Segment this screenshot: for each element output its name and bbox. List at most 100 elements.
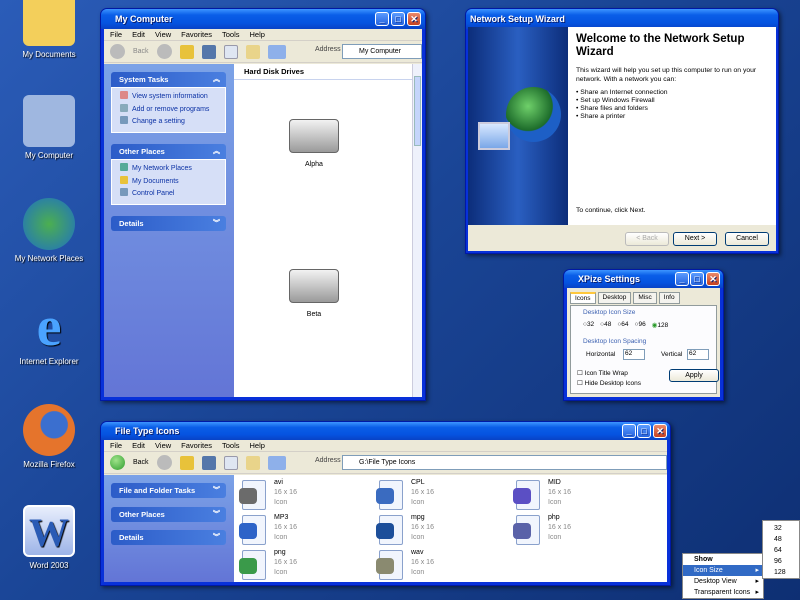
- close-button[interactable]: ✕: [653, 424, 667, 438]
- radio-32[interactable]: ○32: [583, 321, 594, 329]
- title-bar[interactable]: Network Setup Wizard: [466, 9, 778, 29]
- place-my-network-places[interactable]: My Network Places: [120, 163, 217, 176]
- copy-icon[interactable]: [223, 455, 238, 470]
- details-header[interactable]: Details ︾: [111, 530, 226, 545]
- scrollbar-thumb[interactable]: [414, 76, 421, 146]
- title-bar[interactable]: My Computer _ □ ✕: [101, 9, 425, 29]
- back-button[interactable]: Back: [133, 48, 149, 55]
- tab-desktop[interactable]: Desktop: [597, 292, 632, 304]
- menu-item-show[interactable]: Show: [683, 554, 763, 565]
- details-header[interactable]: Details ︾: [111, 216, 226, 231]
- views-icon[interactable]: [267, 455, 286, 470]
- menu-file[interactable]: File: [110, 440, 122, 451]
- menu-favorites[interactable]: Favorites: [181, 440, 212, 451]
- place-my-documents[interactable]: My Documents: [120, 175, 217, 189]
- radio-48[interactable]: ○48: [600, 321, 611, 329]
- collapse-chevron-icon[interactable]: ︽: [213, 72, 220, 87]
- desktop-icon-firefox[interactable]: Mozilla Firefox: [0, 404, 98, 469]
- radio-96[interactable]: ○96: [635, 321, 646, 329]
- submenu-item-96[interactable]: 96: [763, 556, 799, 567]
- maximize-button[interactable]: □: [391, 12, 405, 26]
- other-places-header[interactable]: Other Places ︾: [111, 507, 226, 522]
- cut-icon[interactable]: [201, 455, 216, 470]
- expand-chevron-icon[interactable]: ︾: [213, 216, 220, 231]
- collapse-chevron-icon[interactable]: ︽: [213, 144, 220, 159]
- task-view-system-info[interactable]: View system information: [120, 91, 217, 104]
- apply-button[interactable]: Apply: [669, 369, 719, 382]
- desktop-icon-my-documents[interactable]: My Documents: [0, 0, 98, 59]
- task-add-remove-programs[interactable]: Add or remove programs: [120, 103, 217, 117]
- menu-edit[interactable]: Edit: [132, 440, 145, 451]
- tab-misc[interactable]: Misc: [633, 292, 657, 304]
- desktop-icon-word[interactable]: W Word 2003: [0, 505, 98, 570]
- submenu-item-64[interactable]: 64: [763, 545, 799, 556]
- menu-help[interactable]: Help: [250, 29, 265, 40]
- back-button[interactable]: < Back: [625, 232, 669, 246]
- forward-arrow-icon[interactable]: [156, 44, 172, 59]
- paste-icon[interactable]: [245, 44, 260, 59]
- menu-tools[interactable]: Tools: [222, 29, 240, 40]
- expand-chevron-icon[interactable]: ︾: [213, 530, 220, 545]
- desktop-icon-my-network-places[interactable]: My Network Places: [0, 198, 98, 263]
- menu-edit[interactable]: Edit: [132, 29, 145, 40]
- icon-title-wrap-checkbox[interactable]: ☐ Icon Title Wrap: [577, 369, 628, 377]
- menu-tools[interactable]: Tools: [222, 440, 240, 451]
- copy-icon[interactable]: [223, 44, 238, 59]
- vertical-scrollbar[interactable]: [412, 64, 422, 397]
- paste-icon[interactable]: [245, 455, 260, 470]
- file-folder-tasks-header[interactable]: File and Folder Tasks ︾: [111, 483, 226, 498]
- menu-view[interactable]: View: [155, 29, 171, 40]
- hide-desktop-icons-checkbox[interactable]: ☐ Hide Desktop Icons: [577, 379, 641, 387]
- back-button[interactable]: Back: [133, 459, 149, 466]
- tab-info[interactable]: Info: [658, 292, 680, 304]
- file-item-png[interactable]: png 16 x 16 Icon: [239, 548, 372, 581]
- drive-beta[interactable]: Beta: [274, 269, 354, 318]
- cancel-button[interactable]: Cancel: [725, 232, 769, 246]
- place-control-panel[interactable]: Control Panel: [120, 188, 217, 201]
- task-change-setting[interactable]: Change a setting: [120, 116, 217, 129]
- vertical-spinner[interactable]: 62: [687, 349, 709, 360]
- cut-icon[interactable]: [201, 44, 216, 59]
- minimize-button[interactable]: _: [375, 12, 389, 26]
- submenu-item-32[interactable]: 32: [763, 523, 799, 534]
- other-places-header[interactable]: Other Places ︽: [111, 144, 226, 159]
- file-item-avi[interactable]: avi 16 x 16 Icon: [239, 478, 372, 511]
- title-bar[interactable]: XPize Settings _ □ ✕: [564, 270, 723, 288]
- expand-chevron-icon[interactable]: ︾: [213, 483, 220, 498]
- up-folder-icon[interactable]: [179, 44, 194, 59]
- menu-help[interactable]: Help: [250, 440, 265, 451]
- file-item-php[interactable]: php 16 x 16 Icon: [513, 513, 646, 546]
- back-arrow-icon[interactable]: [110, 44, 125, 59]
- title-bar[interactable]: File Type Icons _ □ ✕: [101, 422, 670, 440]
- file-item-mid[interactable]: MID 16 x 16 Icon: [513, 478, 646, 511]
- address-field[interactable]: G:\File Type Icons: [342, 455, 667, 470]
- close-button[interactable]: ✕: [706, 272, 720, 286]
- radio-64[interactable]: ○64: [617, 321, 628, 329]
- file-item-mp3[interactable]: MP3 16 x 16 Icon: [239, 513, 372, 546]
- next-button[interactable]: Next >: [673, 232, 717, 246]
- forward-arrow-icon[interactable]: [156, 455, 172, 470]
- minimize-button[interactable]: _: [675, 272, 689, 286]
- back-arrow-icon[interactable]: [110, 455, 125, 470]
- maximize-button[interactable]: □: [690, 272, 704, 286]
- horizontal-spinner[interactable]: 62: [623, 349, 645, 360]
- submenu-item-128[interactable]: 128: [763, 567, 799, 578]
- submenu-item-48[interactable]: 48: [763, 534, 799, 545]
- desktop-icon-internet-explorer[interactable]: e Internet Explorer: [0, 299, 98, 366]
- expand-chevron-icon[interactable]: ︾: [213, 507, 220, 522]
- up-folder-icon[interactable]: [179, 455, 194, 470]
- file-item-wav[interactable]: wav 16 x 16 Icon: [376, 548, 509, 581]
- radio-128[interactable]: ◉128: [652, 321, 669, 329]
- menu-item-icon-size[interactable]: Icon Size ▸: [683, 565, 763, 576]
- menu-item-transparent-icons[interactable]: Transparent Icons ▸: [683, 587, 763, 598]
- address-field[interactable]: My Computer: [342, 44, 422, 59]
- file-item-cpl[interactable]: CPL 16 x 16 Icon: [376, 478, 509, 511]
- file-item-mpg[interactable]: mpg 16 x 16 Icon: [376, 513, 509, 546]
- menu-favorites[interactable]: Favorites: [181, 29, 212, 40]
- views-icon[interactable]: [267, 44, 286, 59]
- menu-file[interactable]: File: [110, 29, 122, 40]
- drive-alpha[interactable]: Alpha: [274, 119, 354, 168]
- close-button[interactable]: ✕: [407, 12, 421, 26]
- desktop-icon-my-computer[interactable]: My Computer: [0, 95, 98, 160]
- system-tasks-header[interactable]: System Tasks ︽: [111, 72, 226, 87]
